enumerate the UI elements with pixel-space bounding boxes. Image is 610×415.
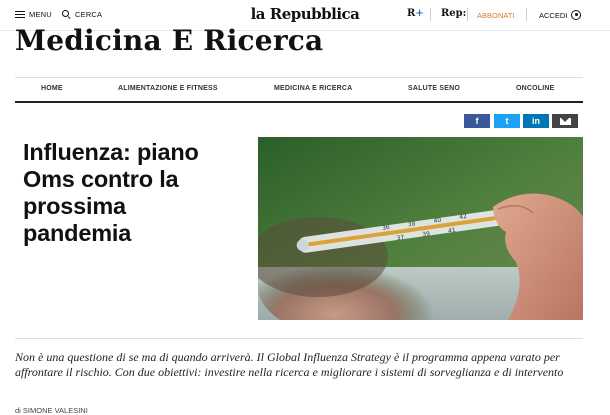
nav-item-medicina[interactable]: MEDICINA E RICERCA	[274, 85, 352, 92]
twitter-icon: t	[505, 116, 509, 126]
thermometer-scale: 40	[433, 217, 442, 225]
section-nav: HOME ALIMENTAZIONE E FITNESS MEDICINA E …	[15, 77, 583, 103]
site-logo[interactable]: la Repubblica	[0, 5, 610, 23]
rep-link[interactable]: Rep:	[441, 8, 466, 19]
thermometer-scale: 41	[448, 227, 457, 235]
article-headline[interactable]: Influenza: piano Oms contro la prossima …	[23, 139, 238, 247]
share-twitter-button[interactable]: t	[494, 114, 520, 128]
share-mail-button[interactable]	[552, 114, 578, 128]
nav-item-salute-seno[interactable]: SALUTE SENO	[408, 85, 460, 92]
section-title[interactable]: Medicina E Ricerca	[15, 24, 323, 57]
thermometer-scale: 36	[382, 224, 391, 232]
thermometer-scale: 39	[422, 230, 431, 238]
nav-item-home[interactable]: HOME	[41, 85, 63, 92]
thermometer-scale: 37	[396, 234, 405, 242]
nav-item-oncoline[interactable]: ONCOLINE	[516, 85, 555, 92]
divider	[430, 8, 431, 21]
nav-item-alimentazione[interactable]: ALIMENTAZIONE E FITNESS	[118, 85, 218, 92]
article-photo[interactable]: 36 38 40 42 37 39 41	[258, 137, 583, 320]
share-linkedin-button[interactable]: in	[523, 114, 549, 128]
thermometer-scale: 38	[407, 220, 416, 228]
article-byline: di SIMONE VALESINI	[15, 406, 88, 415]
thermometer-scale: 42	[459, 213, 468, 221]
mail-icon	[559, 117, 571, 125]
rplus-link[interactable]: R+	[407, 8, 424, 19]
divider	[467, 8, 468, 21]
share-facebook-button[interactable]: f	[464, 114, 490, 128]
facebook-icon: f	[475, 116, 479, 126]
rplus-plus: +	[415, 8, 424, 19]
linkedin-icon: in	[532, 116, 540, 126]
divider	[526, 8, 527, 21]
user-icon	[571, 10, 582, 20]
subscribe-link[interactable]: ABBONATI	[477, 11, 514, 20]
article-summary: Non è una questione di se ma di quando a…	[15, 350, 564, 379]
login-button[interactable]: ACCEDI	[539, 10, 582, 20]
thermometer-photo: 36 38 40 42 37 39 41	[258, 137, 583, 320]
login-label: ACCEDI	[539, 10, 568, 20]
divider	[15, 338, 583, 339]
